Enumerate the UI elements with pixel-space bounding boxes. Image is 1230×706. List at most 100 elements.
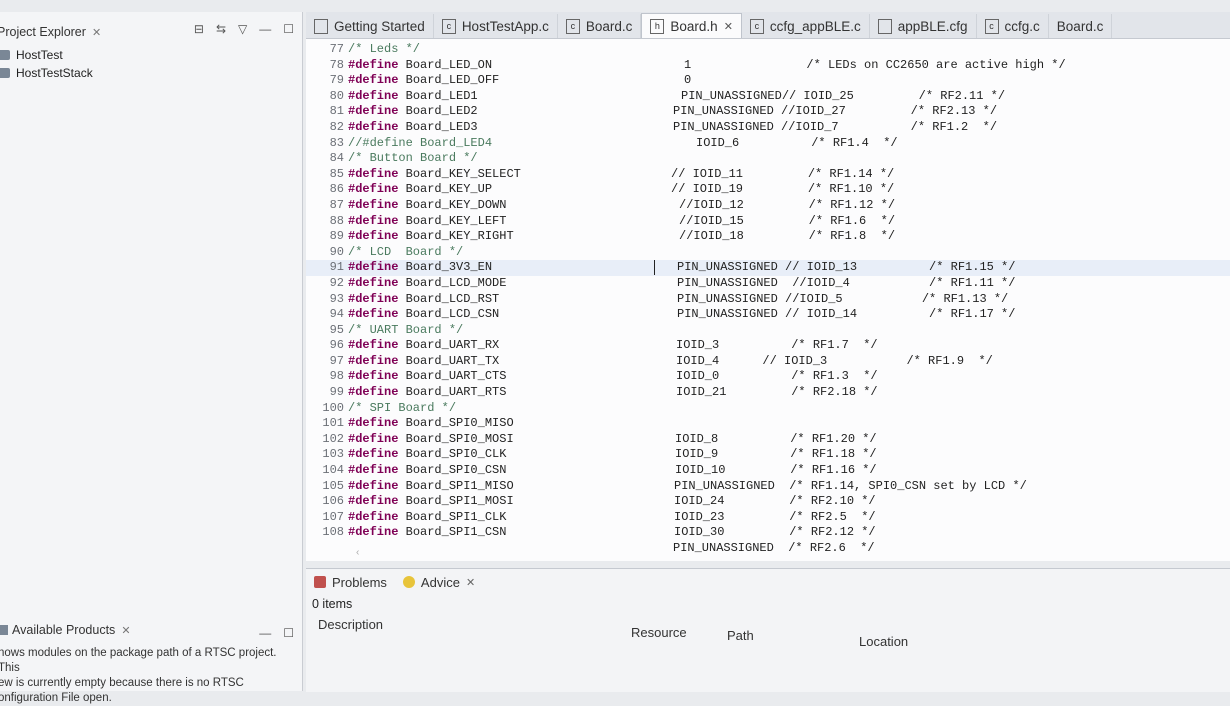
code-text: #define Board_LCD_CSN	[348, 307, 499, 323]
define-keyword: #define	[348, 104, 399, 119]
code-line[interactable]: 86 #define Board_KEY_UP // IOID_19 /* RF1.…	[306, 182, 1230, 198]
tab-appble-cfg[interactable]: appBLE.cfg	[870, 14, 977, 38]
tab-ccfg-appble-c[interactable]: c ccfg_appBLE.c	[742, 14, 870, 38]
close-icon[interactable]: ✕	[121, 624, 130, 637]
close-icon[interactable]: ✕	[466, 576, 475, 589]
available-products-message: nows modules on the package path of a RT…	[0, 646, 300, 706]
macro-name: Board_LED_ON	[398, 57, 493, 72]
code-line[interactable]: 79 #define Board_LED_OFF 0	[306, 73, 1230, 89]
tab-hosttestapp-c[interactable]: c HostTestApp.c	[434, 14, 558, 38]
code-line[interactable]: 102 #define Board_SPI0_MOSI IOID_8 /* RF1.…	[306, 432, 1230, 448]
code-line[interactable]: 97 #define Board_UART_TX IOID_4 // IOID_3 …	[306, 354, 1230, 370]
define-keyword: #define	[348, 166, 399, 181]
column-resource[interactable]: Resource	[631, 625, 687, 640]
macro-name: Board_UART_TX	[398, 353, 500, 368]
column-path[interactable]: Path	[727, 628, 754, 643]
tab-board-c-2[interactable]: Board.c	[1049, 14, 1113, 38]
code-text: #define Board_SPI1_MISO	[348, 479, 514, 495]
code-line[interactable]: 105 #define Board_SPI1_MISO PIN_UNASSIGNED…	[306, 479, 1230, 495]
code-line[interactable]: 81 #define Board_LED2 PIN_UNASSIGNED //IOI…	[306, 104, 1230, 120]
tab-ccfg-c[interactable]: c ccfg.c	[977, 14, 1049, 38]
tab-board-h[interactable]: h Board.h ✕	[641, 13, 742, 38]
maximize-icon[interactable]: ☐	[283, 22, 294, 36]
code-line[interactable]: 83 //#define Board_LED4 IOID_6 /* RF1.4 */	[306, 136, 1230, 152]
message-line: nows modules on the package path of a RT…	[0, 647, 277, 674]
macro-value: IOID_24 /* RF2.10 */	[674, 494, 876, 509]
code-line[interactable]: 89 #define Board_KEY_RIGHT //IOID_18 /* RF…	[306, 229, 1230, 245]
code-editor[interactable]: 77 /* Leds */ 78 #define Board_LED_ON 1 /* L…	[306, 39, 1230, 561]
minimize-icon[interactable]: —	[259, 626, 271, 640]
left-column: Project Explorer ✕ ⊟ ⇆ ▽ — ☐ HostTest Ho…	[0, 12, 303, 704]
code-line[interactable]: PIN_UNASSIGNED /* RF2.6 */	[306, 541, 1230, 557]
problems-table-header: Description Resource Path Location	[306, 617, 1230, 687]
code-text: #define Board_UART_TX	[348, 354, 499, 370]
code-line[interactable]: 95 /* UART Board */	[306, 323, 1230, 339]
code-line[interactable]: 107 #define Board_SPI1_CLK IOID_23 /* RF2.…	[306, 510, 1230, 526]
code-line[interactable]: 88 #define Board_KEY_LEFT //IOID_15 /* RF1…	[306, 214, 1230, 230]
line-number: 97	[329, 353, 344, 368]
code-line[interactable]: 84 /* Button Board */	[306, 151, 1230, 167]
column-location[interactable]: Location	[859, 634, 908, 649]
code-line[interactable]: 108 #define Board_SPI1_CSN IOID_30 /* RF2.…	[306, 525, 1230, 541]
close-icon[interactable]: ✕	[92, 26, 101, 39]
tree-item-hosttest[interactable]: HostTest	[0, 46, 93, 64]
code-line[interactable]: 85 #define Board_KEY_SELECT // IOID_11 /* …	[306, 167, 1230, 183]
define-keyword: #define	[348, 57, 399, 72]
code-line[interactable]: 92 #define Board_LCD_MODE PIN_UNASSIGNED /…	[306, 276, 1230, 292]
h-file-icon: h	[650, 18, 665, 34]
close-icon[interactable]: ✕	[724, 20, 733, 33]
line-number: 107	[322, 509, 344, 524]
code-text: #define Board_UART_RX	[348, 338, 499, 354]
code-text: /* Button Board */	[348, 151, 478, 167]
tab-problems[interactable]: Problems	[306, 575, 395, 590]
tab-label: ccfg_appBLE.c	[769, 18, 861, 34]
code-line[interactable]: 96 #define Board_UART_RX IOID_3 /* RF1.7 *…	[306, 338, 1230, 354]
project-explorer-title: Project Explorer	[0, 25, 86, 39]
code-line[interactable]: 91 #define Board_3V3_EN PIN_UNASSIGNED // …	[306, 260, 1230, 276]
code-line[interactable]: 87 #define Board_KEY_DOWN //IOID_12 /* RF1…	[306, 198, 1230, 214]
code-line[interactable]: 93 #define Board_LCD_RST PIN_UNASSIGNED //…	[306, 292, 1230, 308]
code-line[interactable]: 104 #define Board_SPI0_CSN IOID_10 /* RF1.…	[306, 463, 1230, 479]
code-line[interactable]: 82 #define Board_LED3 PIN_UNASSIGNED //IOI…	[306, 120, 1230, 136]
code-line[interactable]: 103 #define Board_SPI0_CLK IOID_9 /* RF1.1…	[306, 447, 1230, 463]
code-text: #define Board_LED_OFF	[348, 73, 499, 89]
line-number: 106	[322, 494, 344, 509]
scroll-left-icon[interactable]: ‹	[356, 547, 359, 558]
tab-getting-started[interactable]: Getting Started	[306, 14, 434, 38]
code-text: /* LCD Board */	[348, 245, 463, 261]
code-line[interactable]: 80 #define Board_LED1 PIN_UNASSIGNED// IOI…	[306, 89, 1230, 105]
code-line[interactable]: 101 #define Board_SPI0_MISO	[306, 416, 1230, 432]
view-menu-icon[interactable]: ▽	[238, 22, 247, 36]
macro-name: Board_LED1	[398, 88, 478, 103]
code-line[interactable]: 94 #define Board_LCD_CSN PIN_UNASSIGNED //…	[306, 307, 1230, 323]
code-line[interactable]: 77 /* Leds */	[306, 42, 1230, 58]
code-text: #define Board_SPI0_MOSI	[348, 432, 514, 448]
available-products-header: Available Products ✕	[0, 618, 302, 642]
tab-board-c[interactable]: c Board.c	[558, 14, 642, 38]
define-keyword: #define	[348, 353, 399, 368]
tab-label: HostTestApp.c	[461, 18, 549, 34]
tab-advice[interactable]: Advice ✕	[395, 575, 483, 590]
collapse-all-icon[interactable]: ⊟	[194, 22, 204, 36]
macro-name: Board_SPI0_CLK	[398, 447, 507, 462]
code-line[interactable]: 106 #define Board_SPI1_MOSI IOID_24 /* RF2…	[306, 494, 1230, 510]
code-line[interactable]: 78 #define Board_LED_ON 1 /* LEDs on CC265…	[306, 58, 1230, 74]
line-number: 89	[329, 229, 344, 244]
code-line[interactable]: 90 /* LCD Board */	[306, 245, 1230, 261]
code-area[interactable]: 77 /* Leds */ 78 #define Board_LED_ON 1 /* L…	[306, 42, 1230, 557]
column-description[interactable]: Description	[318, 617, 383, 632]
line-number: 87	[329, 197, 344, 212]
minimize-icon[interactable]: —	[259, 22, 271, 36]
link-editor-icon[interactable]: ⇆	[216, 22, 226, 36]
code-line[interactable]: 100 /* SPI Board */	[306, 401, 1230, 417]
code-line[interactable]: 98 #define Board_UART_CTS IOID_0 /* RF1.3 …	[306, 369, 1230, 385]
macro-value: // IOID_19 /* RF1.10 */	[671, 182, 895, 197]
c-file-icon: c	[749, 18, 764, 34]
code-line[interactable]: 99 #define Board_UART_RTS IOID_21 /* RF2.1…	[306, 385, 1230, 401]
define-keyword: #define	[348, 229, 399, 244]
code-text: /* Leds */	[348, 42, 420, 58]
problems-icon	[314, 576, 326, 588]
tree-item-hostteststack[interactable]: HostTestStack	[0, 64, 93, 82]
code-text: #define Board_SPI1_CLK	[348, 510, 506, 526]
maximize-icon[interactable]: ☐	[283, 626, 294, 640]
